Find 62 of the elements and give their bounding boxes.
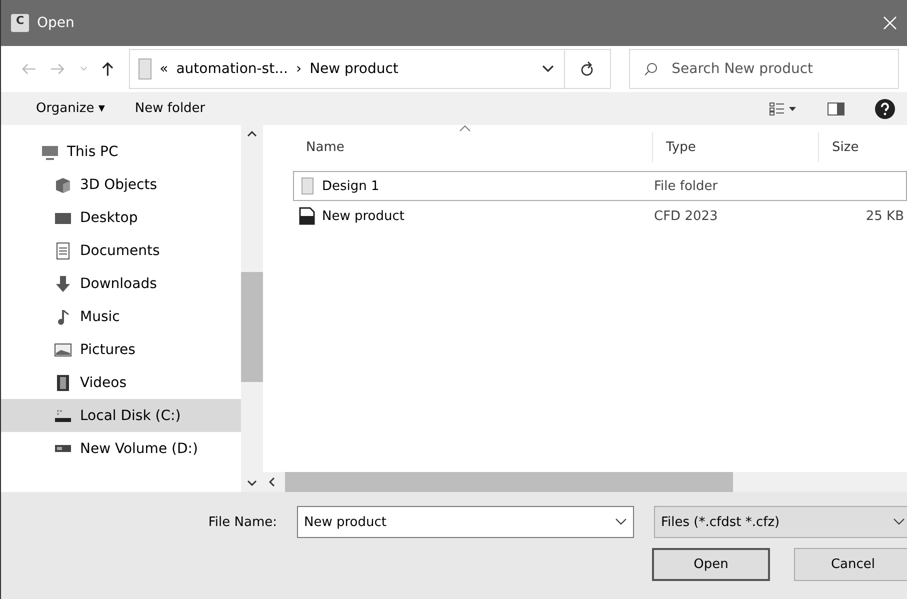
chevron-down-icon <box>615 518 627 526</box>
horizontal-scrollbar[interactable] <box>263 472 907 492</box>
scroll-thumb[interactable] <box>241 272 263 382</box>
breadcrumb-item[interactable]: automation-st... <box>176 61 288 77</box>
chevron-down-icon[interactable] <box>542 65 554 73</box>
sort-caret-icon <box>459 125 471 132</box>
nav-item[interactable]: Pictures <box>1 333 241 366</box>
down-arrow-icon <box>54 274 72 292</box>
scroll-down-icon[interactable] <box>247 480 257 486</box>
file-name: Design 1 <box>294 177 650 195</box>
nav-item[interactable]: 3D Objects <box>1 168 241 201</box>
folder-icon <box>138 58 152 80</box>
drive-icon <box>54 444 72 452</box>
search-field[interactable]: Search New product <box>628 49 899 89</box>
search-icon <box>644 62 658 76</box>
open-button[interactable]: Open <box>652 548 770 581</box>
nav-item[interactable]: This PC <box>1 135 241 168</box>
preview-pane-icon[interactable] <box>827 102 845 116</box>
vertical-scrollbar[interactable] <box>241 125 263 492</box>
scroll-left-icon[interactable] <box>269 477 275 487</box>
file-row[interactable]: New product CFD 2023 25 KB <box>293 201 907 231</box>
file-type: File folder <box>653 178 719 194</box>
file-size: 25 KB <box>866 208 904 224</box>
cancel-button[interactable]: Cancel <box>794 548 907 581</box>
view-options-icon[interactable] <box>769 102 797 116</box>
scroll-up-icon[interactable] <box>247 131 257 137</box>
address-bar[interactable]: « automation-st... › New product <box>128 49 565 89</box>
close-icon[interactable] <box>883 16 897 30</box>
nav-item[interactable]: Desktop <box>1 201 241 234</box>
chevron-down-icon <box>893 518 905 526</box>
file-type-dropdown[interactable]: Files (*.cfdst *.cfz) <box>654 506 907 538</box>
file-type: CFD 2023 <box>653 208 719 224</box>
up-arrow-icon[interactable] <box>101 61 115 77</box>
picture-icon <box>54 340 72 358</box>
new-folder-button[interactable]: New folder <box>134 101 739 116</box>
nav-item[interactable]: Local Disk (C:) <box>1 399 241 432</box>
refresh-button[interactable] <box>564 49 611 89</box>
column-header[interactable]: Size <box>819 132 907 162</box>
nav-item[interactable]: Documents <box>1 234 241 267</box>
document-icon <box>54 242 72 260</box>
column-header[interactable]: Name <box>293 132 653 162</box>
overflow-chevron[interactable]: « <box>160 61 168 77</box>
file-name: New product <box>294 207 650 225</box>
organize-menu[interactable]: Organize ▾ <box>36 101 105 116</box>
nav-item[interactable]: Videos <box>1 366 241 399</box>
nav-item[interactable]: New Volume (D:) <box>1 432 241 465</box>
file-icon <box>298 207 316 225</box>
refresh-icon <box>580 61 594 77</box>
nav-item[interactable]: Downloads <box>1 267 241 300</box>
scroll-thumb[interactable] <box>285 472 733 492</box>
file-row[interactable]: Design 1 File folder <box>293 171 907 201</box>
file-name-field[interactable]: New product <box>297 506 634 538</box>
file-name-label: File Name: <box>208 514 277 530</box>
cube-icon <box>54 176 72 194</box>
breadcrumb-separator: › <box>296 61 302 77</box>
nav-item[interactable]: Music <box>1 300 241 333</box>
app-icon: C <box>11 14 29 32</box>
film-icon <box>54 374 72 392</box>
window-title: Open <box>37 15 76 31</box>
help-icon[interactable] <box>875 98 895 118</box>
column-header[interactable]: Type <box>653 132 819 162</box>
breadcrumb-item[interactable]: New product <box>310 61 534 77</box>
